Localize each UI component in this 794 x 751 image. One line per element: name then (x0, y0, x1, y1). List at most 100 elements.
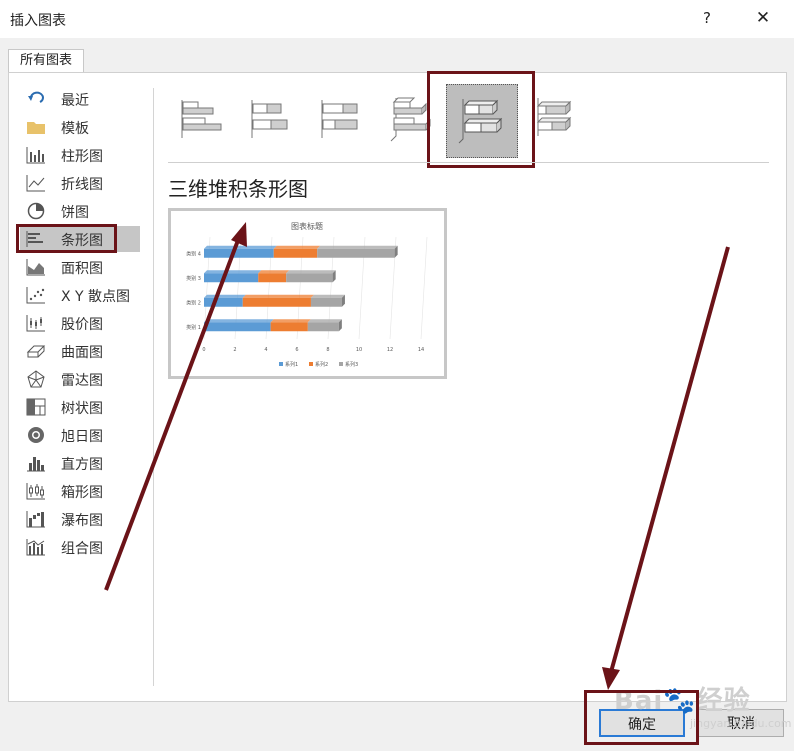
bar-top (204, 294, 246, 298)
x-tick-label: 4 (264, 347, 267, 353)
sidebar-item-label: 股价图 (61, 317, 103, 333)
sidebar-item-scatter[interactable]: X Y 散点图 (20, 282, 140, 308)
sidebar-item-radar[interactable]: 雷达图 (20, 366, 140, 392)
area-chart-icon (26, 259, 45, 276)
subtype-3d-100-stacked-bar[interactable] (534, 86, 584, 156)
surface-chart-icon (26, 345, 46, 358)
dialog-title: 插入图表 (10, 13, 66, 29)
legend-label: 系列1 (285, 361, 298, 368)
legend-swatch (309, 362, 313, 366)
sidebar-item-combo[interactable]: 组合图 (20, 534, 140, 560)
sidebar-item-recent[interactable]: 最近 (20, 86, 140, 112)
3d-percent-stacked-bar-icon (536, 98, 572, 136)
bar-top (286, 270, 336, 274)
bar-top (204, 245, 277, 249)
sidebar-item-area[interactable]: 面积图 (20, 254, 140, 280)
annotation-box-ok (584, 690, 699, 745)
subtype-clustered-bar[interactable] (176, 86, 226, 156)
bar-top (310, 294, 345, 298)
x-tick-label: 10 (356, 347, 362, 353)
bar-segment (242, 297, 311, 307)
bar-segment (258, 273, 287, 283)
tab-all-charts[interactable]: 所有图表 (8, 49, 84, 73)
x-tick-label: 0 (202, 347, 205, 353)
bar-top (307, 319, 342, 323)
radar-chart-icon (27, 370, 45, 388)
bar-top (317, 245, 398, 249)
chart-type-title: 三维堆积条形图 (168, 177, 308, 201)
category-label: 类别 1 (186, 324, 201, 331)
undo-icon (28, 91, 44, 103)
sidebar-item-label: 柱形图 (61, 149, 103, 165)
sidebar-item-box-whisker[interactable]: 箱形图 (20, 478, 140, 504)
sidebar-item-label: 组合图 (61, 541, 103, 557)
sidebar-item-templates[interactable]: 模板 (20, 114, 140, 140)
chart-preview[interactable]: 图表标题 0 2 4 6 8 10 12 14 类别 1 类别 2 类别 3 类别 4 系列1 系列2 系列3 (168, 208, 447, 379)
bar-segment (270, 322, 308, 332)
bar-top (273, 245, 321, 249)
sidebar-item-label: 饼图 (61, 205, 89, 221)
bar-segment (204, 322, 271, 332)
x-tick-label: 6 (295, 347, 298, 353)
bar-top (242, 294, 314, 298)
legend-swatch (279, 362, 283, 366)
bar-segment (273, 248, 318, 258)
sidebar-item-label: 旭日图 (61, 429, 103, 445)
close-button[interactable]: ✕ (753, 8, 773, 28)
watermark-url: jingyan.baidu.com (690, 717, 792, 730)
x-tick-label: 14 (418, 347, 424, 353)
sidebar-item-label: 瀑布图 (61, 513, 103, 529)
legend-swatch (339, 362, 343, 366)
sidebar-item-surface[interactable]: 曲面图 (20, 338, 140, 364)
bar-top (258, 270, 290, 274)
x-tick-label: 2 (233, 347, 236, 353)
category-label: 类别 4 (186, 250, 201, 257)
gallery-separator (168, 162, 769, 163)
histogram-chart-icon (27, 457, 45, 472)
sidebar-item-label: 雷达图 (61, 373, 103, 389)
sidebar-item-label: 折线图 (61, 177, 103, 193)
sidebar-item-label: 最近 (61, 93, 89, 109)
sidebar-item-stock[interactable]: 股价图 (20, 310, 140, 336)
percent-stacked-bar-icon (321, 100, 358, 138)
bar-top (204, 270, 262, 274)
box-whisker-chart-icon (26, 483, 45, 500)
sidebar-item-histogram[interactable]: 直方图 (20, 450, 140, 476)
bar-segment (307, 322, 339, 332)
legend-label: 系列3 (345, 361, 358, 368)
x-tick-label: 8 (326, 347, 329, 353)
gridline (420, 236, 428, 340)
sidebar-item-label: 树状图 (61, 401, 103, 417)
subtype-stacked-bar[interactable] (246, 86, 296, 156)
bar-segment (204, 273, 259, 283)
sidebar-item-label: 曲面图 (61, 345, 103, 361)
sidebar-item-column[interactable]: 柱形图 (20, 142, 140, 168)
sidebar-item-label: 模板 (61, 121, 89, 137)
bar-segment (204, 297, 243, 307)
help-button[interactable]: ? (700, 9, 714, 27)
folder-icon (27, 122, 45, 134)
column-chart-icon (26, 147, 45, 164)
sidebar-item-sunburst[interactable]: 旭日图 (20, 422, 140, 448)
x-tick-label: 12 (387, 347, 393, 353)
sidebar-item-waterfall[interactable]: 瀑布图 (20, 506, 140, 532)
sidebar-item-treemap[interactable]: 树状图 (20, 394, 140, 420)
pie-chart-icon (27, 202, 45, 220)
waterfall-chart-icon (26, 511, 45, 528)
bar-segment (317, 248, 395, 258)
line-chart-icon (26, 175, 45, 192)
category-label: 类别 2 (186, 299, 201, 306)
bar-segment (286, 273, 333, 283)
annotation-box-subtype (427, 71, 535, 168)
subtype-100-stacked-bar[interactable] (316, 86, 366, 156)
annotation-box-sidebar (16, 224, 117, 253)
bar-segment (204, 248, 274, 258)
sidebar-item-label: 面积图 (61, 261, 103, 277)
sunburst-chart-icon (28, 427, 44, 443)
sidebar-item-label: 箱形图 (61, 485, 103, 501)
sidebar-item-line[interactable]: 折线图 (20, 170, 140, 196)
sidebar-item-label: 直方图 (61, 457, 103, 473)
legend-label: 系列2 (315, 361, 328, 368)
chart-preview-svg: 图表标题 0 2 4 6 8 10 12 14 类别 1 类别 2 类别 3 类别 4 系列1 系列2 系列3 (186, 221, 428, 368)
sidebar-item-pie[interactable]: 饼图 (20, 198, 140, 224)
